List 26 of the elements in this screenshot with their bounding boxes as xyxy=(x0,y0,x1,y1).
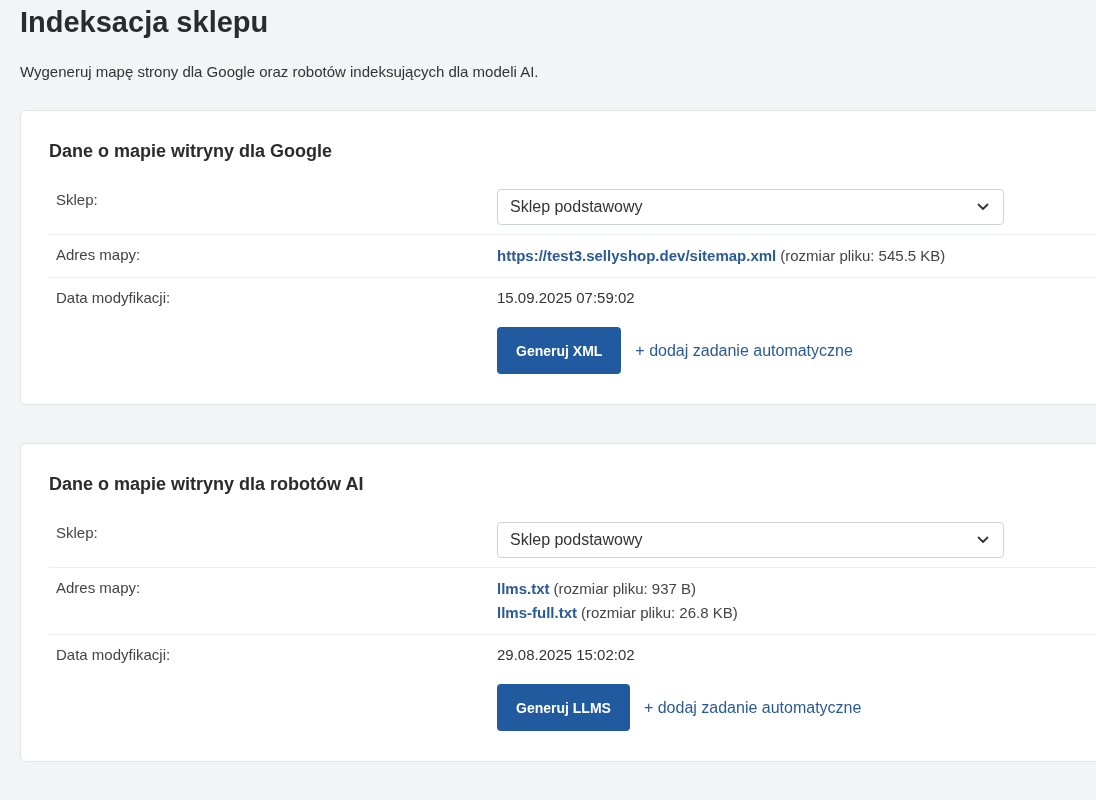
file-size: (rozmiar pliku: 937 B) xyxy=(553,580,697,597)
section-title: Dane o mapie witryny dla robotów AI xyxy=(49,473,365,496)
field-label: Data modyfikacji: xyxy=(56,288,172,308)
shop-select[interactable]: Sklep podstawowy xyxy=(497,189,1004,225)
generate-button[interactable]: Generuj LLMS xyxy=(497,684,630,731)
field-value: 29.08.2025 15:02:02 xyxy=(497,646,635,663)
page-subtitle: Wygeneruj mapę strony dla Google oraz robotów indeksujących dla modeli AI. xyxy=(20,62,540,82)
field-label: Adres mapy: xyxy=(56,578,142,598)
file-link[interactable]: llms-full.txt xyxy=(497,604,577,621)
file-size: (rozmiar pliku: 26.8 KB) xyxy=(581,604,738,621)
generate-button[interactable]: Generuj XML xyxy=(497,327,622,374)
add-task-link[interactable]: + dodaj zadanie automatyczne xyxy=(635,339,853,362)
field-label: Sklep: xyxy=(56,190,99,210)
file-link[interactable]: llms.txt xyxy=(497,580,550,597)
field-label: Data modyfikacji: xyxy=(56,645,172,665)
shop-select[interactable]: Sklep podstawowy xyxy=(497,522,1004,558)
field-label: Sklep: xyxy=(56,523,99,543)
field-value: 15.09.2025 07:59:02 xyxy=(497,289,635,306)
section-title: Dane o mapie witryny dla Google xyxy=(49,140,334,163)
field-label: Adres mapy: xyxy=(56,245,142,265)
chevron-down-icon xyxy=(977,203,989,211)
file-size: (rozmiar pliku: 545.5 KB) xyxy=(780,247,946,264)
page-title: Indeksacja sklepu xyxy=(20,5,270,40)
add-task-link[interactable]: + dodaj zadanie automatyczne xyxy=(643,696,862,719)
file-link[interactable]: https://test3.sellyshop.dev/sitemap.xml xyxy=(497,247,777,264)
chevron-down-icon xyxy=(977,536,989,544)
